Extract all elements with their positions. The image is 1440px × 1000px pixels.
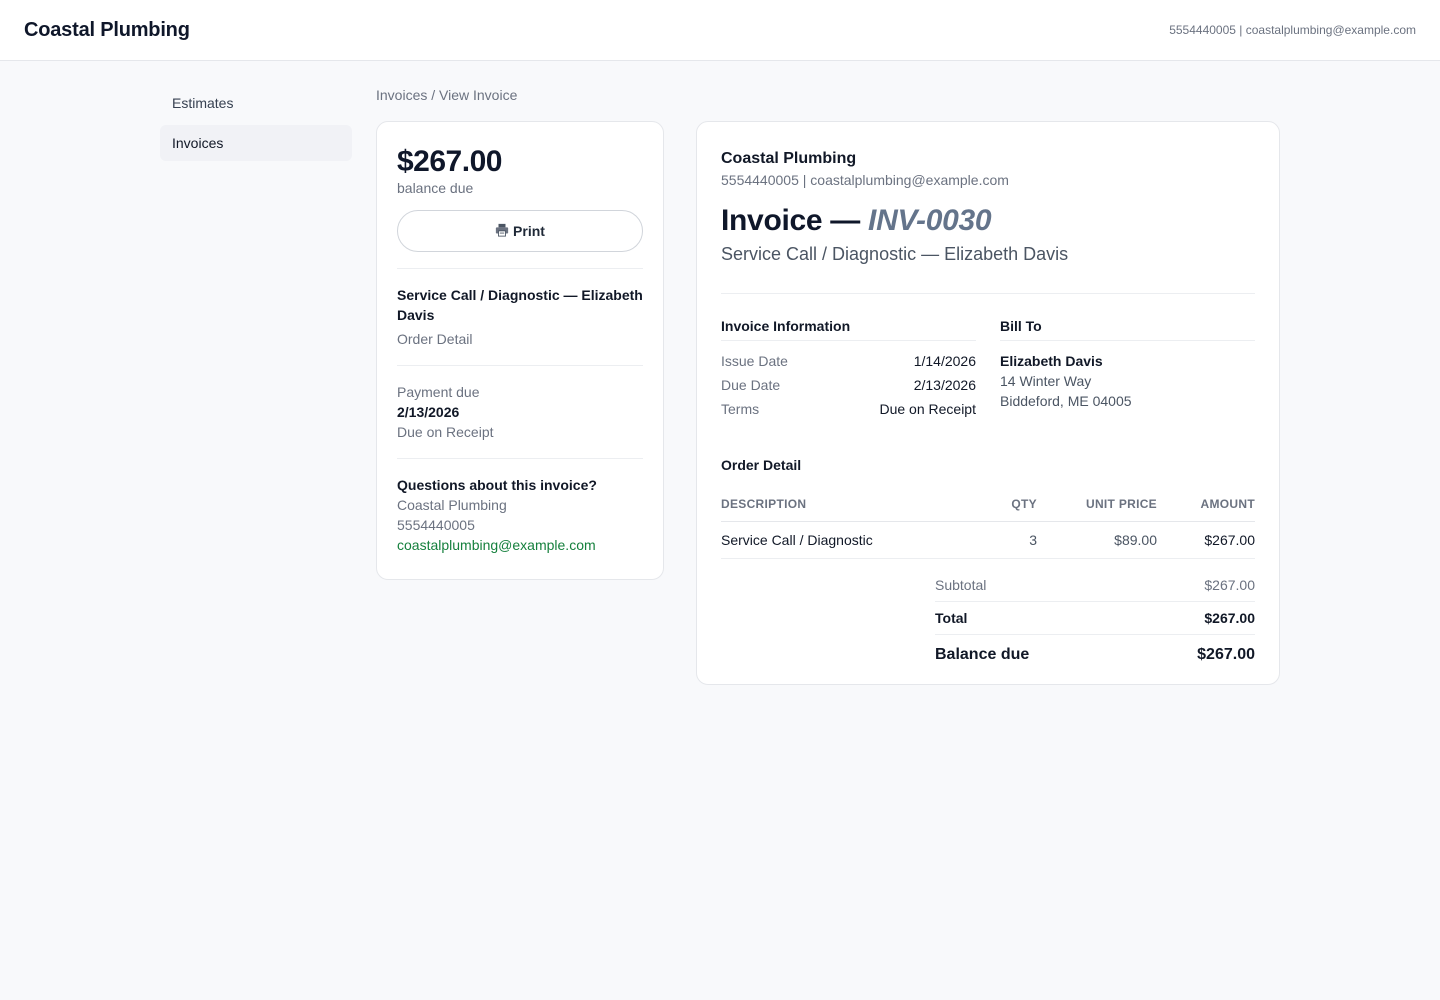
totals: Subtotal $267.00 Total $267.00 Balance d… [935, 569, 1255, 675]
issue-date-value: 1/14/2026 [913, 353, 976, 369]
questions-email-link[interactable]: coastalplumbing@example.com [397, 535, 643, 555]
payment-section: Payment due 2/13/2026 Due on Receipt [397, 366, 643, 458]
due-date-label: Due Date [721, 377, 781, 393]
questions-phone: 5554440005 [397, 517, 475, 533]
subtotal-row: Subtotal $267.00 [935, 569, 1255, 602]
row-qty: 3 [977, 521, 1037, 559]
payment-terms: Due on Receipt [397, 424, 494, 440]
job-subtitle: Order Detail [397, 331, 473, 347]
invoice-company-name: Coastal Plumbing [721, 150, 857, 167]
order-detail-heading: Order Detail [721, 457, 802, 473]
total-label: Total [935, 610, 968, 626]
breadcrumb: Invoices / View Invoice [376, 87, 518, 103]
payment-due-date: 2/13/2026 [397, 404, 460, 420]
job-title: Service Call / Diagnostic — Elizabeth Da… [397, 287, 643, 323]
col-qty: QTY [977, 487, 1037, 522]
bill-to-address-line1: 14 Winter Way [1000, 373, 1092, 389]
total-row: Total $267.00 [935, 602, 1255, 635]
top-bar: Coastal Plumbing 5554440005 | coastalplu… [0, 0, 1440, 61]
table-row: Service Call / Diagnostic 3 $89.00 $267.… [721, 521, 1255, 559]
job-section: Service Call / Diagnostic — Elizabeth Da… [397, 269, 643, 365]
line-items-table: DESCRIPTION QTY UNIT PRICE AMOUNT Servic… [721, 487, 1255, 559]
due-date-row: Due Date 2/13/2026 [721, 373, 976, 397]
header-contact: 5554440005 | coastalplumbing@example.com [1169, 23, 1416, 37]
balance-due-value: $267.00 [1197, 646, 1255, 663]
printer-icon [495, 223, 509, 240]
invoice-title: Invoice — INV-0030 [721, 204, 1255, 238]
invoice-number: INV-0030 [868, 204, 992, 237]
bill-to-name: Elizabeth Davis [1000, 353, 1103, 369]
invoice-information: Invoice Information Issue Date 1/14/2026… [721, 318, 976, 421]
invoice-document: Coastal Plumbing 5554440005 | coastalplu… [696, 121, 1280, 685]
terms-row: Terms Due on Receipt [721, 397, 976, 421]
issue-date-label: Issue Date [721, 353, 788, 369]
row-amount: $267.00 [1157, 521, 1255, 559]
subtotal-value: $267.00 [1204, 577, 1255, 593]
sidebar-item-invoices[interactable]: Invoices [160, 125, 352, 161]
bill-to-heading: Bill To [1000, 318, 1255, 341]
total-value: $267.00 [1204, 610, 1255, 626]
row-description: Service Call / Diagnostic [721, 521, 977, 559]
terms-value: Due on Receipt [879, 401, 976, 417]
row-unit-price: $89.00 [1037, 521, 1157, 559]
invoice-company-contact: 5554440005 | coastalplumbing@example.com [721, 172, 1009, 188]
invoice-subtitle: Service Call / Diagnostic — Elizabeth Da… [721, 244, 1069, 264]
balance-due-label: Balance due [935, 646, 1030, 663]
questions-title: Questions about this invoice? [397, 477, 597, 493]
invoice-information-heading: Invoice Information [721, 318, 976, 341]
col-description: DESCRIPTION [721, 487, 977, 522]
col-unit-price: UNIT PRICE [1037, 487, 1157, 522]
print-button[interactable]: Print [397, 210, 643, 252]
due-date-value: 2/13/2026 [913, 377, 976, 393]
balance-caption: balance due [397, 180, 474, 196]
invoice-summary-card: $267.00 balance due Print Service Call /… [376, 121, 664, 580]
payment-due-label: Payment due [397, 384, 480, 400]
sidebar-item-estimates[interactable]: Estimates [160, 85, 352, 121]
print-label: Print [513, 223, 545, 239]
questions-company: Coastal Plumbing [397, 497, 507, 513]
bill-to: Bill To Elizabeth Davis 14 Winter Way Bi… [1000, 318, 1255, 421]
col-amount: AMOUNT [1157, 487, 1255, 522]
issue-date-row: Issue Date 1/14/2026 [721, 349, 976, 373]
invoice-title-prefix: Invoice — [721, 204, 869, 237]
questions-section: Questions about this invoice? Coastal Pl… [397, 459, 643, 571]
balance-amount: $267.00 [397, 145, 502, 178]
brand-name: Coastal Plumbing [24, 18, 190, 41]
terms-label: Terms [721, 401, 760, 417]
balance-due-row: Balance due $267.00 [935, 635, 1255, 675]
bill-to-address-line2: Biddeford, ME 04005 [1000, 393, 1132, 409]
subtotal-label: Subtotal [935, 577, 987, 593]
invoice-info-grid: Invoice Information Issue Date 1/14/2026… [721, 293, 1255, 421]
sidebar: Estimates Invoices [160, 85, 352, 165]
table-header-row: DESCRIPTION QTY UNIT PRICE AMOUNT [721, 487, 1255, 522]
